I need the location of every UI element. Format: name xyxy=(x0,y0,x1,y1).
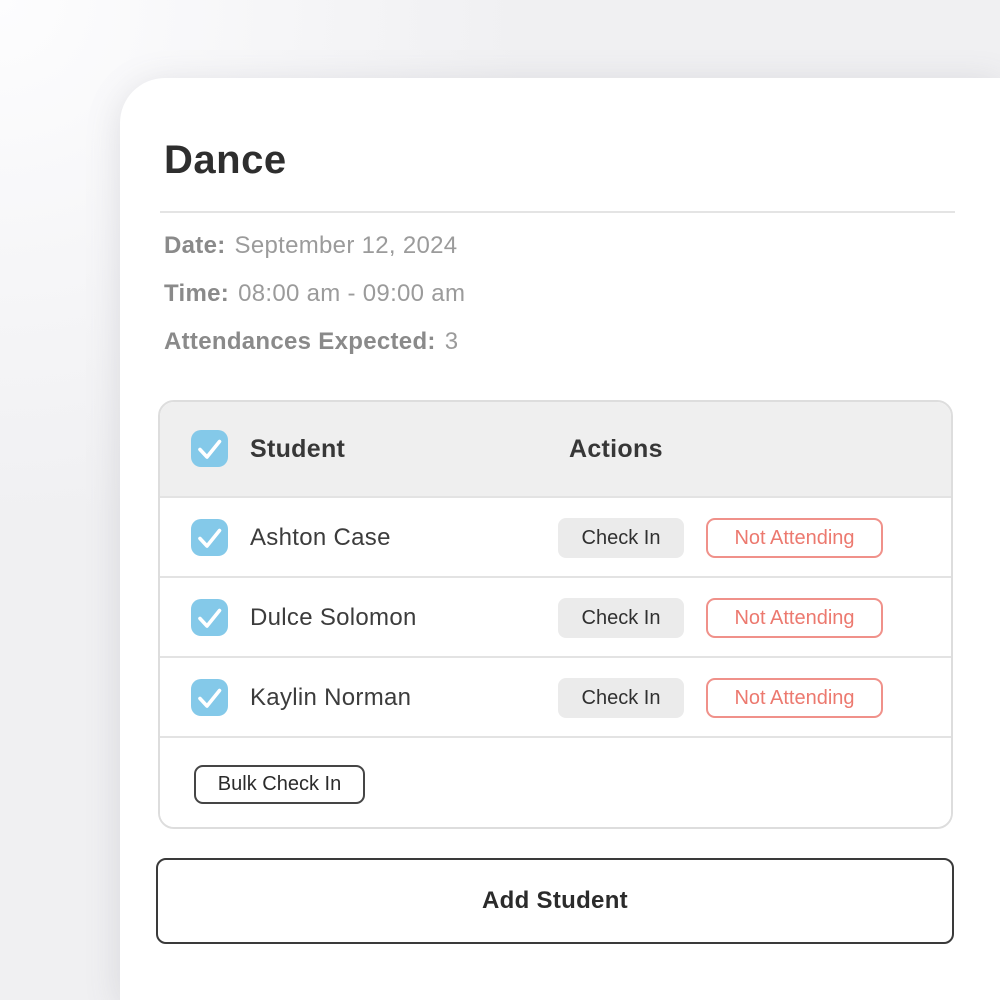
date-row: Date: September 12, 2024 xyxy=(164,232,457,260)
attendances-expected-row: Attendances Expected: 3 xyxy=(164,328,458,356)
attendances-expected-value: 3 xyxy=(445,328,459,355)
time-value: 08:00 am - 09:00 am xyxy=(238,280,465,307)
table-row: Kaylin Norman Check In Not Attending xyxy=(160,656,951,736)
date-label: Date: xyxy=(164,232,226,259)
title-divider xyxy=(160,211,955,213)
check-in-button[interactable]: Check In xyxy=(558,518,684,558)
column-header-actions: Actions xyxy=(569,402,663,496)
student-name: Ashton Case xyxy=(250,498,391,578)
table-footer-row: Bulk Check In xyxy=(160,736,951,827)
row-checkbox[interactable] xyxy=(191,519,228,556)
page-background: Dance Date: September 12, 2024 Time: 08:00… xyxy=(0,0,1000,1000)
check-in-button[interactable]: Check In xyxy=(558,598,684,638)
select-all-checkbox[interactable] xyxy=(191,430,228,467)
page-title: Dance xyxy=(164,138,287,183)
attendance-table: Student Actions Ashton Case Check In Not… xyxy=(158,400,953,829)
attendances-expected-label: Attendances Expected: xyxy=(164,328,436,355)
student-name: Dulce Solomon xyxy=(250,578,417,658)
check-icon xyxy=(191,679,228,716)
row-checkbox[interactable] xyxy=(191,679,228,716)
check-icon xyxy=(191,430,228,467)
table-header-row: Student Actions xyxy=(160,402,951,496)
add-student-button[interactable]: Add Student xyxy=(156,858,954,944)
check-in-button[interactable]: Check In xyxy=(558,678,684,718)
check-icon xyxy=(191,599,228,636)
table-row: Dulce Solomon Check In Not Attending xyxy=(160,576,951,656)
time-label: Time: xyxy=(164,280,229,307)
time-row: Time: 08:00 am - 09:00 am xyxy=(164,280,465,308)
bulk-check-in-button[interactable]: Bulk Check In xyxy=(194,765,365,804)
check-icon xyxy=(191,519,228,556)
not-attending-button[interactable]: Not Attending xyxy=(706,678,883,718)
column-header-student: Student xyxy=(250,402,345,496)
date-value: September 12, 2024 xyxy=(235,232,458,259)
student-name: Kaylin Norman xyxy=(250,658,411,738)
table-row: Ashton Case Check In Not Attending xyxy=(160,496,951,576)
not-attending-button[interactable]: Not Attending xyxy=(706,598,883,638)
row-checkbox[interactable] xyxy=(191,599,228,636)
not-attending-button[interactable]: Not Attending xyxy=(706,518,883,558)
